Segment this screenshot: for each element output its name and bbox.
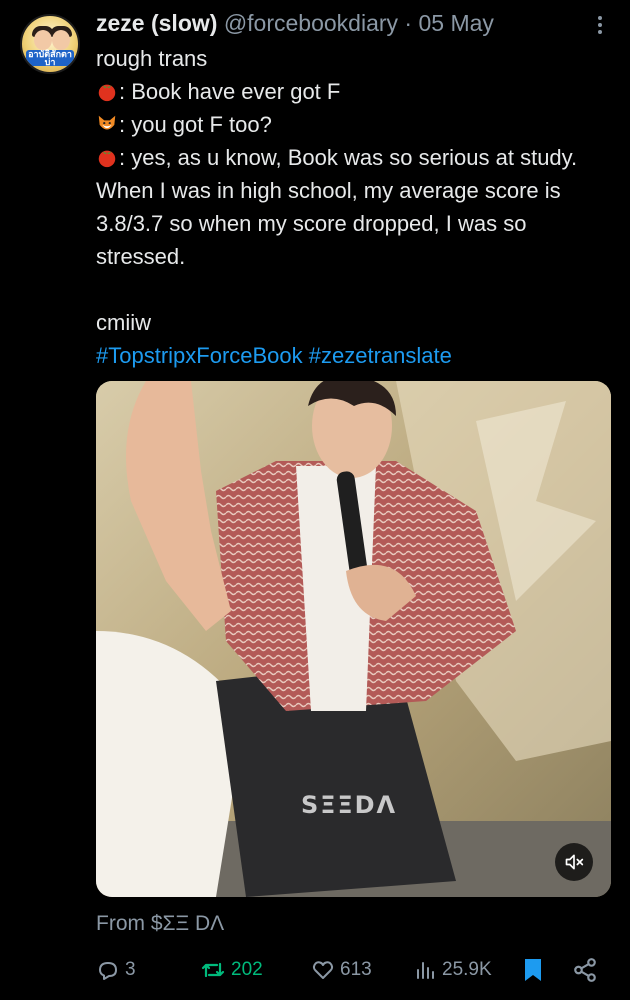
reply-button[interactable]: 3	[96, 952, 136, 988]
avatar-text: อาบัติสักตาบ่า	[26, 50, 74, 67]
tweet: อาบัติสักตาบ่า zeze (slow) @forcebookdia…	[0, 0, 630, 1000]
bookmark-icon	[525, 959, 541, 981]
share-icon	[574, 958, 596, 982]
tomato-emoji-icon	[98, 84, 116, 102]
share-button[interactable]	[572, 952, 603, 988]
view-count: 25.9K	[442, 959, 492, 980]
reply-count: 3	[125, 959, 136, 980]
tweet-text: rough trans : Book have ever got F : you…	[96, 42, 612, 372]
video-frame	[96, 381, 611, 897]
text-line: : you got F too?	[96, 108, 612, 141]
text-content: : Book have ever got F	[119, 79, 341, 104]
fox-emoji-icon	[98, 115, 116, 130]
text-line: : Book have ever got F	[96, 75, 612, 108]
views-icon	[417, 962, 434, 979]
hashtags[interactable]: #TopstripxForceBook #zezetranslate	[96, 339, 612, 372]
retweet-button[interactable]: 202	[200, 952, 263, 988]
more-icon[interactable]	[590, 14, 610, 36]
like-button[interactable]: 613	[311, 952, 372, 988]
reply-icon	[99, 962, 117, 980]
text-content: : you got F too?	[119, 112, 272, 137]
text-line: rough trans	[96, 46, 208, 71]
separator: ·	[404, 10, 413, 36]
avatar[interactable]: อาบัติสักตาบ่า	[20, 14, 80, 74]
text-line: : yes, as u know, Book was so serious at…	[96, 141, 612, 273]
mute-button[interactable]	[555, 843, 593, 881]
media-source: From $ΣΞ DΛ	[96, 912, 225, 935]
video-watermark: SΞΞDΛ	[301, 791, 398, 819]
tomato-emoji-icon	[98, 150, 116, 168]
like-icon	[312, 961, 334, 979]
text-content: : yes, as u know, Book was so serious at…	[96, 145, 578, 269]
retweet-icon	[201, 962, 225, 978]
display-name[interactable]: zeze (slow)	[96, 10, 217, 36]
speaker-muted-icon	[565, 854, 584, 870]
views-button[interactable]: 25.9K	[413, 952, 492, 988]
retweet-count: 202	[231, 959, 263, 980]
user-handle[interactable]: @forcebookdiary	[224, 10, 398, 36]
like-count: 613	[340, 959, 372, 980]
tweet-date[interactable]: 05 May	[418, 10, 493, 36]
text-line: cmiiw	[96, 310, 151, 335]
media-video[interactable]: SΞΞDΛ	[96, 381, 611, 897]
bookmark-button[interactable]	[522, 952, 549, 988]
action-bar: 3 202 613 25.9K	[96, 952, 616, 988]
tweet-header: zeze (slow) @forcebookdiary · 05 May	[96, 8, 590, 38]
